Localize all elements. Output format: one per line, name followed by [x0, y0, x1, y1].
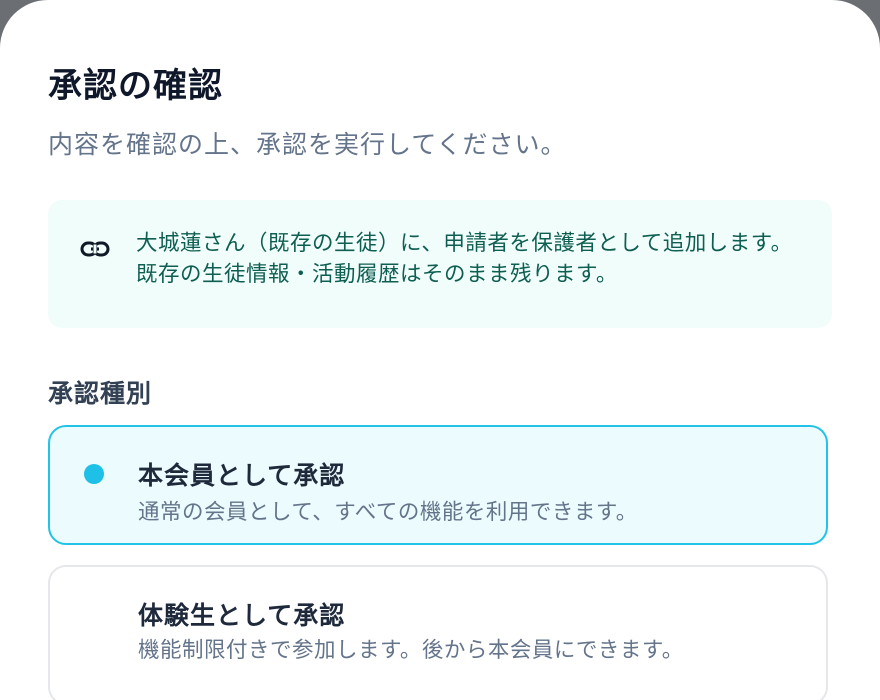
approval-confirm-sheet: 承認の確認 内容を確認の上、承認を実行してください。 大城蓮さん（既存の生徒）に…: [0, 0, 880, 700]
radio-selected-icon[interactable]: [84, 464, 104, 484]
dialog-subtitle: 内容を確認の上、承認を実行してください。: [48, 130, 567, 159]
info-text: 大城蓮さん（既存の生徒）に、申請者を保護者として追加します。既存の生徒情報・活動…: [136, 231, 793, 287]
info-notice: 大城蓮さん（既存の生徒）に、申請者を保護者として追加します。既存の生徒情報・活動…: [48, 200, 832, 328]
option-description: 機能制限付きで参加します。後から本会員にできます。: [138, 638, 684, 663]
option-description: 通常の会員として、すべての機能を利用できます。: [138, 500, 638, 525]
dialog-title: 承認の確認: [48, 66, 223, 106]
option-title: 本会員として承認: [138, 461, 346, 490]
approval-type-label: 承認種別: [48, 379, 153, 408]
option-title: 体験生として承認: [138, 601, 346, 630]
option-regular-member[interactable]: 本会員として承認 通常の会員として、すべての機能を利用できます。: [48, 425, 828, 545]
link-icon: [80, 241, 110, 257]
option-trial-member[interactable]: 体験生として承認 機能制限付きで参加します。後から本会員にできます。: [48, 565, 828, 700]
